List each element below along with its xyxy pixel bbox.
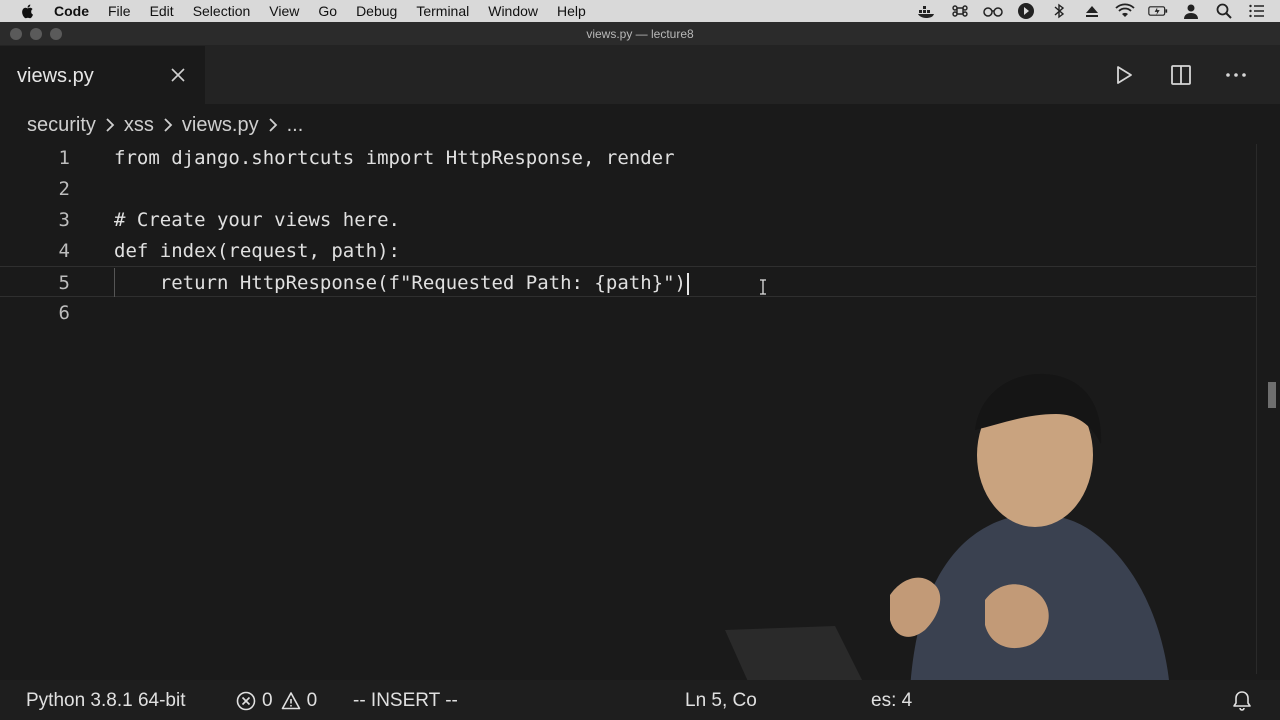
menu-code[interactable]: Code [54,3,89,19]
line-number: 5 [58,272,70,294]
line-text: from django.shortcuts import HttpRespons… [114,147,675,169]
code-line[interactable]: 3 # Create your views here. [0,204,1256,235]
warning-count: 0 [306,690,318,711]
problems-status[interactable]: 0 0 [236,690,317,712]
error-count: 0 [262,690,273,711]
glasses-icon[interactable] [983,3,1003,19]
chevron-right-icon [268,118,277,132]
line-number: 4 [58,240,70,262]
play-circle-icon[interactable] [1016,3,1036,19]
docker-icon[interactable] [917,3,937,19]
breadcrumb-item-security[interactable]: security [27,114,96,137]
spotlight-search-icon[interactable] [1214,3,1234,19]
close-icon[interactable] [170,67,186,83]
tab-label: views.py [17,65,94,87]
indent-guide [114,268,115,297]
window-title: views.py — lecture8 [586,27,694,41]
menu-go[interactable]: Go [318,3,337,19]
breadcrumb-item-ellipsis[interactable]: ... [287,114,304,137]
menu-view[interactable]: View [269,3,299,19]
line-number: 3 [58,209,70,231]
code-line[interactable]: 2 [0,173,1256,204]
code-line[interactable]: 6 [0,297,1256,328]
user-icon[interactable] [1181,3,1201,19]
menu-debug[interactable]: Debug [356,3,397,19]
menu-terminal[interactable]: Terminal [416,3,469,19]
code-line[interactable]: 4 def index(request, path): [0,235,1256,266]
wifi-icon[interactable] [1115,3,1135,19]
window-titlebar: views.py — lecture8 [0,22,1280,46]
line-text: # Create your views here. [114,209,400,231]
menu-window[interactable]: Window [488,3,538,19]
menubar-tray [917,0,1280,22]
breadcrumb-item-xss[interactable]: xss [124,114,154,137]
cursor-position-status[interactable]: Ln 5, Co [685,690,757,712]
command-icon[interactable] [950,3,970,19]
code-line-current[interactable]: 5 return HttpResponse(f"Requested Path: … [0,266,1256,297]
chevron-right-icon [164,118,173,132]
line-number: 2 [58,178,70,200]
line-number: 1 [58,147,70,169]
line-number: 6 [58,302,70,324]
line-text: return HttpResponse(f"Requested Path: {p… [114,272,689,295]
text-cursor [686,272,689,295]
more-actions-icon[interactable] [1225,64,1247,86]
notifications-bell-icon[interactable] [1231,689,1253,711]
python-interpreter-status[interactable]: Python 3.8.1 64-bit [26,690,186,712]
indentation-status[interactable]: es: 4 [871,690,912,712]
vim-mode-status: -- INSERT -- [353,690,458,711]
battery-icon[interactable] [1148,3,1168,19]
menu-help[interactable]: Help [557,3,586,19]
code-line[interactable]: 1 from django.shortcuts import HttpRespo… [0,142,1256,173]
line-text-content: return HttpResponse(f"Requested Path: {p… [114,272,686,294]
eject-icon[interactable] [1082,3,1102,19]
presenter-video-overlay [725,373,1170,690]
editor-tabbar: views.py [0,46,1280,104]
tab-views-py[interactable]: views.py [0,46,205,104]
menu-selection[interactable]: Selection [193,3,251,19]
chevron-right-icon [106,118,115,132]
mouse-ibeam-cursor-icon [760,279,766,295]
run-icon[interactable] [1113,64,1135,86]
error-icon [236,691,256,711]
line-text: def index(request, path): [114,240,400,262]
notification-center-icon[interactable] [1247,3,1267,19]
warning-icon [281,692,300,710]
status-bar: Python 3.8.1 64-bit 0 0 -- INSERT -- Ln … [0,680,1280,720]
bluetooth-icon[interactable] [1049,3,1069,19]
breadcrumb-item-views-py[interactable]: views.py [182,114,259,137]
breadcrumb: security xss views.py ... [27,112,303,138]
menu-file[interactable]: File [108,3,131,19]
macos-menubar: Code File Edit Selection View Go Debug T… [0,0,1280,22]
menu-edit[interactable]: Edit [150,3,174,19]
split-editor-icon[interactable] [1170,64,1192,86]
apple-icon[interactable] [20,3,36,19]
